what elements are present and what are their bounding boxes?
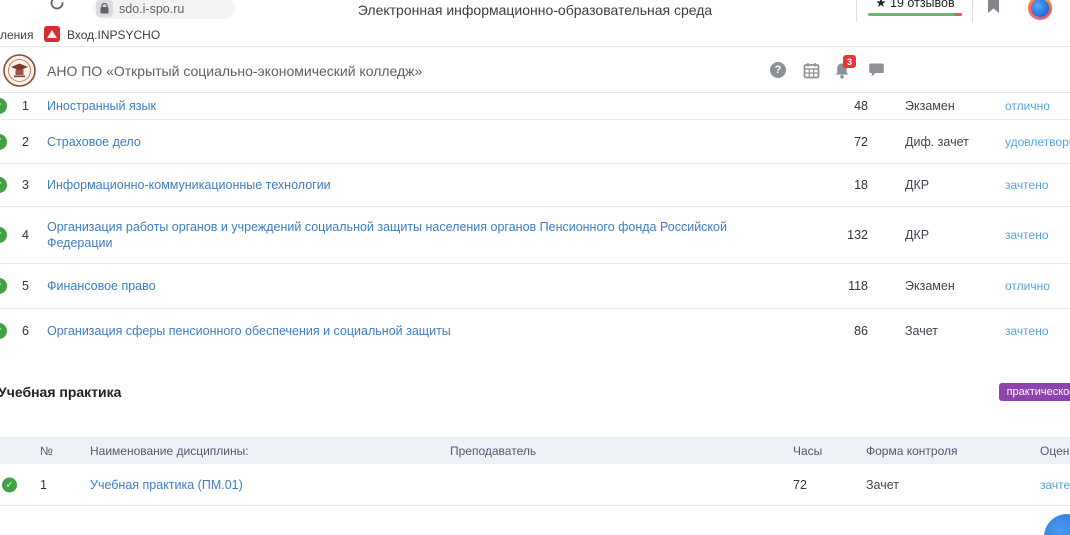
hours-value: 48 bbox=[737, 99, 868, 113]
grades-table: ✓ 1 Иностранный язык 48 Экзамен отлично … bbox=[0, 93, 1070, 353]
control-form: ДКР bbox=[905, 228, 1015, 242]
bookmarks-bar: ления Вход.INPSYCHO bbox=[0, 22, 1070, 47]
row-number: 2 bbox=[22, 135, 29, 149]
browser-window: sdo.i-spo.ru Электронная информационно-о… bbox=[0, 0, 1070, 535]
hours-value: 72 bbox=[737, 135, 868, 149]
table-row: ✓ 2 Страховое дело 72 Диф. зачет удовлет… bbox=[0, 120, 1070, 164]
table-row: ✓ 5 Финансовое право 118 Экзамен отлично bbox=[0, 264, 1070, 309]
hours-value: 72 bbox=[793, 478, 807, 492]
discipline-link[interactable]: Финансовое право bbox=[47, 278, 737, 294]
control-form: Зачет bbox=[866, 478, 986, 492]
grade-link[interactable]: удовлетворительно bbox=[1005, 135, 1070, 149]
discipline-link[interactable]: Организация работы органов и учреждений … bbox=[47, 219, 737, 251]
header-teacher: Преподаватель bbox=[450, 444, 536, 458]
discipline-link[interactable]: Страховое дело bbox=[47, 134, 737, 150]
header-number: № bbox=[40, 444, 53, 458]
row-number: 1 bbox=[22, 99, 29, 113]
browser-toolbar: sdo.i-spo.ru Электронная информационно-о… bbox=[0, 0, 1070, 22]
calendar-icon[interactable] bbox=[803, 62, 820, 79]
header-grade: Оценка bbox=[1040, 444, 1070, 458]
grade-link[interactable]: зачтено bbox=[1005, 228, 1049, 242]
table-row: ✓ 3 Информационно-коммуникационные техно… bbox=[0, 164, 1070, 207]
control-form: Диф. зачет bbox=[905, 135, 1015, 149]
discipline-link[interactable]: Организация сферы пенсионного обеспечени… bbox=[47, 323, 737, 339]
bookmark-ribbon-icon[interactable] bbox=[987, 0, 1000, 14]
college-logo[interactable] bbox=[3, 54, 36, 87]
notification-badge: 3 bbox=[843, 55, 856, 68]
status-check-icon: ✓ bbox=[0, 323, 7, 339]
rating-bar-negative bbox=[955, 13, 962, 16]
college-name: АНО ПО «Открытый социально-экономический… bbox=[47, 48, 422, 93]
reviews-label: ★ 19 отзывов bbox=[862, 0, 968, 10]
hours-value: 132 bbox=[737, 228, 868, 242]
grade-link[interactable]: зачтено bbox=[1005, 178, 1049, 192]
toolbar-divider bbox=[972, 0, 973, 22]
status-check-icon: ✓ bbox=[0, 134, 7, 150]
control-form: Зачет bbox=[905, 324, 1015, 338]
hours-value: 118 bbox=[737, 279, 868, 293]
grade-link[interactable]: отлично bbox=[1005, 99, 1050, 113]
help-icon[interactable]: ? bbox=[770, 62, 786, 78]
chat-icon[interactable] bbox=[868, 62, 885, 78]
table-row: ✓ 1 Иностранный язык 48 Экзамен отлично bbox=[0, 93, 1070, 120]
site-header: АНО ПО «Открытый социально-экономический… bbox=[0, 48, 1070, 93]
status-check-icon: ✓ bbox=[0, 98, 7, 114]
status-check-icon: ✓ bbox=[2, 477, 17, 492]
practice-table: ✓ 1 Учебная практика (ПМ.01) 72 Зачет за… bbox=[0, 464, 1070, 506]
section-title: Учебная практика bbox=[0, 384, 121, 400]
table-row: ✓ 6 Организация сферы пенсионного обеспе… bbox=[0, 309, 1070, 353]
hours-value: 86 bbox=[737, 324, 868, 338]
rating-bar bbox=[868, 13, 962, 16]
discipline-link[interactable]: Информационно-коммуникационные технологи… bbox=[47, 177, 737, 193]
practice-badge: практическое bbox=[999, 383, 1070, 401]
row-number: 4 bbox=[22, 228, 29, 242]
control-form: Экзамен bbox=[905, 99, 1015, 113]
toolbar-divider bbox=[856, 0, 857, 22]
table-row: ✓ 1 Учебная практика (ПМ.01) 72 Зачет за… bbox=[0, 464, 1070, 506]
row-number: 1 bbox=[40, 478, 47, 492]
row-number: 5 bbox=[22, 279, 29, 293]
control-form: ДКР bbox=[905, 178, 1015, 192]
chat-fab-button[interactable] bbox=[1044, 514, 1070, 535]
practice-table-header: № Наименование дисциплины: Преподаватель… bbox=[0, 437, 1070, 464]
header-discipline: Наименование дисциплины: bbox=[90, 444, 249, 458]
reviews-button[interactable]: ★ 19 отзывов bbox=[862, 0, 968, 22]
status-check-icon: ✓ bbox=[0, 278, 7, 294]
status-check-icon: ✓ bbox=[0, 177, 7, 193]
discipline-link[interactable]: Иностранный язык bbox=[47, 98, 737, 114]
grade-link[interactable]: зачтено bbox=[1005, 324, 1049, 338]
discipline-link[interactable]: Учебная практика (ПМ.01) bbox=[90, 478, 440, 492]
bookmark-item-truncated[interactable]: ления bbox=[0, 28, 34, 42]
header-hours: Часы bbox=[793, 444, 822, 458]
bookmark-item[interactable]: Вход.INPSYCHO bbox=[67, 28, 160, 42]
grade-link[interactable]: зачтено bbox=[1040, 478, 1070, 492]
control-form: Экзамен bbox=[905, 279, 1015, 293]
table-row: ✓ 4 Организация работы органов и учрежде… bbox=[0, 207, 1070, 264]
header-control-form: Форма контроля bbox=[866, 444, 958, 458]
row-number: 3 bbox=[22, 178, 29, 192]
grade-link[interactable]: отлично bbox=[1005, 279, 1050, 293]
row-number: 6 bbox=[22, 324, 29, 338]
bookmark-favicon bbox=[44, 26, 60, 42]
status-check-icon: ✓ bbox=[0, 227, 7, 243]
hours-value: 18 bbox=[737, 178, 868, 192]
